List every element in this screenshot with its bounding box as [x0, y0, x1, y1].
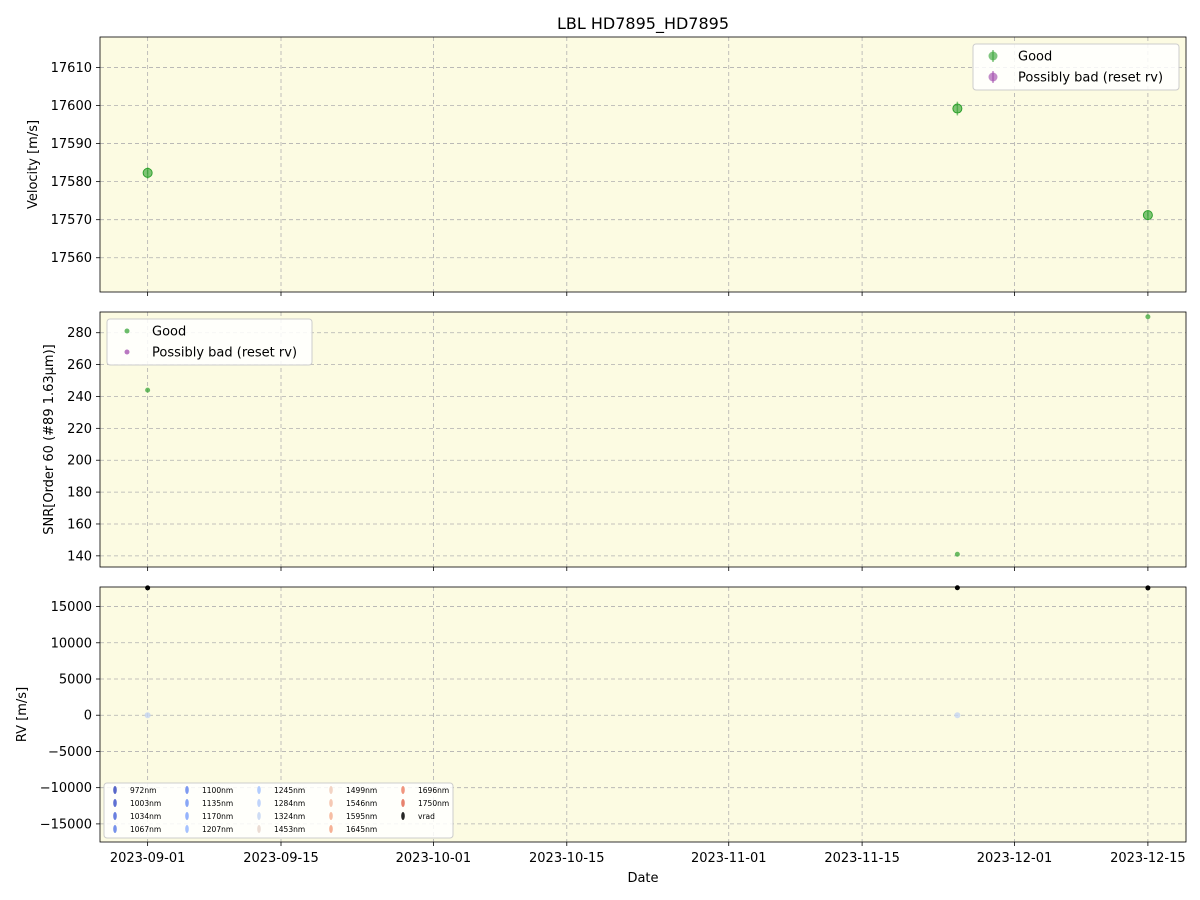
legend-marker — [329, 825, 333, 833]
legend-marker — [257, 812, 261, 820]
y-axis-label: RV [m/s] — [15, 687, 30, 742]
legend-marker — [401, 799, 405, 807]
y-tick-label: 10000 — [51, 636, 92, 651]
legend-marker — [185, 799, 189, 807]
data-point — [145, 387, 151, 393]
legend-marker — [113, 825, 117, 833]
legend-label: Good — [1018, 50, 1052, 65]
legend-label: 1324nm — [274, 812, 305, 821]
y-tick-label: 17560 — [51, 251, 92, 266]
legend-marker — [113, 812, 117, 820]
legend-marker — [329, 812, 333, 820]
legend-marker — [401, 812, 405, 820]
vrad-point — [145, 585, 151, 591]
x-tick-label: 2023-12-15 — [1110, 851, 1186, 866]
y-tick-label: 200 — [67, 454, 92, 469]
legend-label: 1245nm — [274, 786, 305, 795]
legend-label: 1034nm — [130, 812, 161, 821]
x-axis-label: Date — [627, 871, 658, 886]
panel-3: −15000 −10000 −5000 0 5000 10000 15000 2023-09-… — [15, 585, 1187, 866]
legend-marker — [113, 799, 117, 807]
y-tick-label: 15000 — [51, 600, 92, 615]
panel-2: 140 160 180 200 220 240 260 280 SNR[Order 60 (#8… — [42, 311, 1187, 571]
x-tick-label: 2023-10-15 — [529, 851, 605, 866]
vrad-point — [954, 585, 960, 591]
x-tick-label: 2023-11-15 — [824, 851, 900, 866]
legend-label: 1100nm — [202, 786, 233, 795]
legend-marker — [185, 812, 189, 820]
y-tick-label: 140 — [67, 549, 92, 564]
y-tick-label: 220 — [67, 422, 92, 437]
vrad-point — [1145, 585, 1151, 591]
figure: 17560 17570 17580 17590 17600 17610 Velocity [… — [15, 14, 1187, 886]
y-tick-label: 240 — [67, 390, 92, 405]
legend-marker — [257, 825, 261, 833]
y-tick-label: 17580 — [51, 175, 92, 190]
y-tick-label: 260 — [67, 358, 92, 373]
legend-marker — [257, 799, 261, 807]
legend-marker — [113, 786, 117, 794]
y-tick-label: 160 — [67, 517, 92, 532]
legend-marker — [329, 786, 333, 794]
y-tick-label: −15000 — [40, 817, 92, 832]
legend-label: 1284nm — [274, 799, 305, 808]
legend-marker — [185, 786, 189, 794]
y-tick-label: 17600 — [51, 99, 92, 114]
x-tick-label: 2023-11-01 — [691, 851, 767, 866]
data-point — [1145, 314, 1151, 320]
data-point — [1142, 210, 1153, 221]
y-tick-label: 180 — [67, 486, 92, 501]
data-point — [954, 551, 960, 557]
legend-marker — [329, 799, 333, 807]
legend-marker — [401, 786, 405, 794]
y-tick-label: 0 — [84, 709, 92, 724]
legend-label: 1003nm — [130, 799, 161, 808]
legend-marker — [124, 328, 130, 334]
legend-label: 1645nm — [346, 825, 377, 834]
legend: Good Possibly bad (reset rv) — [106, 318, 313, 366]
x-tick-label: 2023-09-15 — [243, 851, 319, 866]
legend: 972nm 1003nm 1034nm 1067nm 1100nm 1135nm 1170n… — [103, 782, 454, 839]
legend-marker — [185, 825, 189, 833]
y-tick-label: −10000 — [40, 781, 92, 796]
chart-title: LBL HD7895_HD7895 — [557, 14, 729, 34]
y-tick-label: 5000 — [59, 673, 92, 688]
legend-label: 972nm — [130, 786, 156, 795]
legend-label: 1170nm — [202, 812, 233, 821]
legend-label: 1453nm — [274, 825, 305, 834]
panel-1: 17560 17570 17580 17590 17600 17610 Velocity [… — [26, 36, 1187, 296]
legend-label: 1595nm — [346, 812, 377, 821]
legend-marker — [257, 786, 261, 794]
data-point — [952, 103, 963, 114]
legend-label: Possibly bad (reset rv) — [152, 346, 297, 361]
legend-label: Good — [152, 325, 186, 340]
legend-label: Possibly bad (reset rv) — [1018, 71, 1163, 86]
legend-label: 1499nm — [346, 786, 377, 795]
legend-marker — [124, 349, 130, 355]
band-point — [144, 712, 151, 719]
legend-label: vrad — [418, 812, 435, 821]
x-tick-label: 2023-09-01 — [110, 851, 186, 866]
legend: Good Possibly bad (reset rv) — [972, 43, 1180, 91]
legend-label: 1135nm — [202, 799, 233, 808]
legend-label: 1750nm — [418, 799, 449, 808]
legend-marker — [988, 51, 998, 61]
legend-label: 1696nm — [418, 786, 449, 795]
data-point — [142, 167, 153, 178]
y-tick-label: −5000 — [48, 745, 92, 760]
y-tick-label: 17610 — [51, 61, 92, 76]
x-tick-label: 2023-12-01 — [977, 851, 1053, 866]
band-point — [954, 712, 961, 719]
legend-label: 1546nm — [346, 799, 377, 808]
x-tick-label: 2023-10-01 — [396, 851, 472, 866]
y-tick-label: 17590 — [51, 137, 92, 152]
legend-marker — [988, 72, 998, 82]
legend-label: 1067nm — [130, 825, 161, 834]
y-tick-label: 280 — [67, 326, 92, 341]
legend-label: 1207nm — [202, 825, 233, 834]
y-axis-label: SNR[Order 60 (#89 1.63μm)] — [42, 344, 57, 535]
y-axis-label: Velocity [m/s] — [26, 120, 41, 209]
y-tick-label: 17570 — [51, 213, 92, 228]
